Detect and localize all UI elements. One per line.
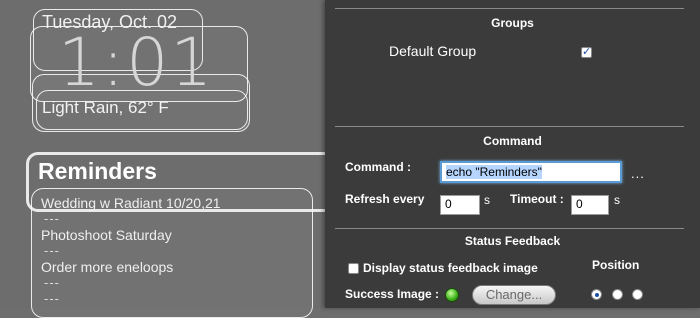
- reminder-separator: ---: [44, 211, 60, 226]
- reminder-item: Wedding w Radiant 10/20,21: [41, 195, 221, 211]
- reminder-separator: ---: [44, 275, 60, 290]
- reminder-item: Order more eneloops: [41, 259, 174, 275]
- position-radio-top-center[interactable]: [612, 289, 623, 300]
- success-indicator-icon: [445, 288, 459, 302]
- settings-panel: Groups Default Group ✓ Command Command :…: [325, 0, 700, 308]
- reminder-item: Photoshoot Saturday: [41, 227, 172, 243]
- success-image-label: Success Image :: [345, 287, 440, 301]
- refresh-label: Refresh every: [345, 192, 425, 206]
- command-label: Command :: [345, 160, 411, 174]
- clock-time: 1:01: [58, 24, 215, 101]
- position-radio-top-left[interactable]: [591, 289, 602, 300]
- change-image-button[interactable]: Change...: [472, 285, 556, 305]
- weather-text: Light Rain, 62° F: [42, 98, 169, 117]
- checkmark-icon: ✓: [582, 46, 592, 58]
- command-input-value: echo "Reminders": [446, 165, 542, 179]
- desktop-widgets: Tuesday, Oct. 02 1:01 Light Rain, 62° F …: [0, 0, 382, 318]
- command-input[interactable]: echo "Reminders": [440, 161, 622, 183]
- reminder-separator: ---: [44, 291, 60, 306]
- timeout-input[interactable]: 0: [571, 195, 609, 215]
- reminders-title: Reminders: [38, 158, 157, 184]
- position-label: Position: [592, 258, 640, 272]
- status-feedback-heading: Status Feedback: [464, 234, 561, 248]
- refresh-input[interactable]: 0: [440, 195, 480, 215]
- divider: [335, 126, 684, 127]
- default-group-checkbox[interactable]: ✓: [581, 47, 592, 58]
- more-options-button[interactable]: ...: [631, 166, 645, 181]
- display-status-checkbox[interactable]: [348, 263, 359, 274]
- command-heading: Command: [483, 134, 542, 148]
- default-group-label: Default Group: [389, 43, 477, 59]
- timeout-label: Timeout :: [510, 192, 564, 206]
- divider: [335, 8, 684, 9]
- groups-heading: Groups: [491, 16, 534, 30]
- position-radio-top-right[interactable]: [632, 289, 643, 300]
- timeout-unit: s: [614, 193, 620, 207]
- refresh-unit: s: [484, 193, 490, 207]
- divider: [335, 228, 684, 229]
- display-status-label: Display status feedback image: [363, 261, 538, 275]
- reminder-separator: ---: [44, 243, 60, 258]
